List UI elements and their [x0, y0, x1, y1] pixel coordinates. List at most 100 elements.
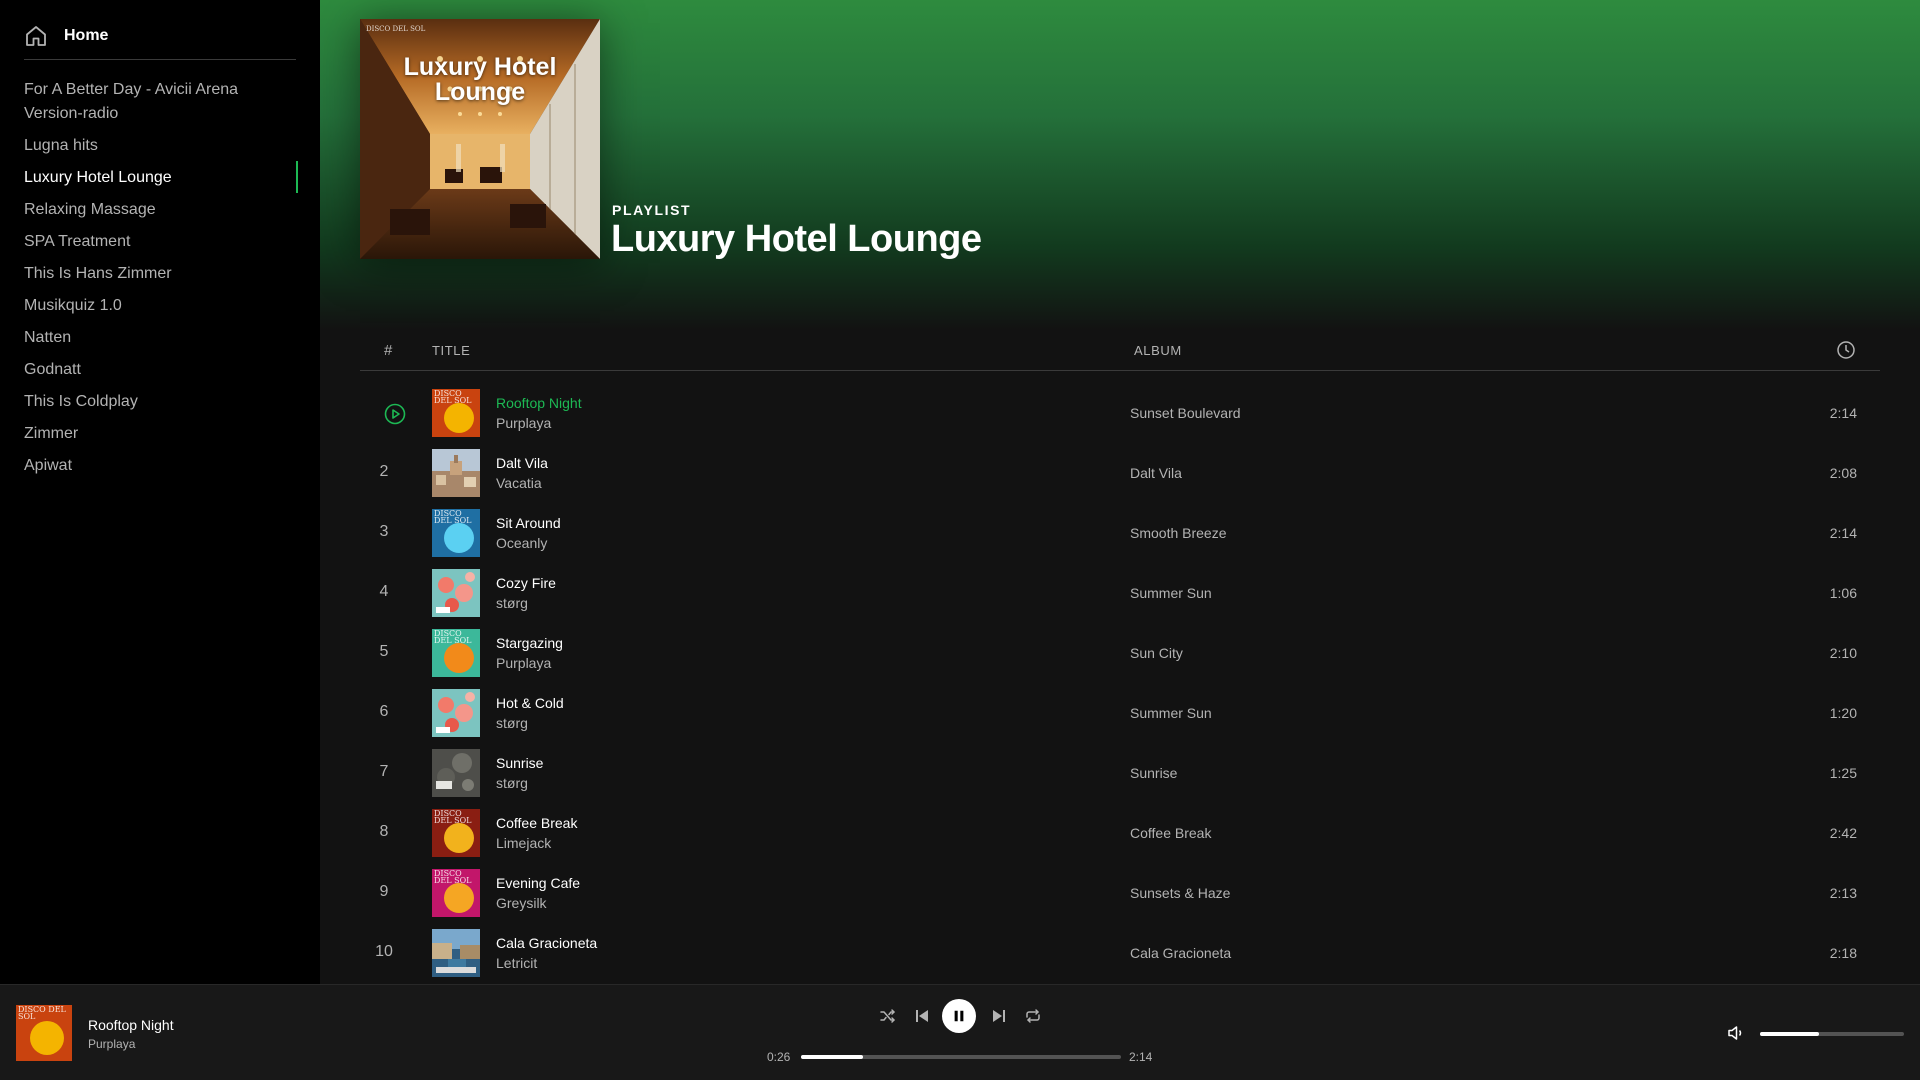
shuffle-button[interactable] [871, 999, 905, 1033]
column-album: ALBUM [1134, 343, 1182, 358]
sidebar-playlist-item[interactable]: Apiwat [24, 454, 296, 478]
home-icon [26, 25, 46, 46]
sidebar-playlist-item[interactable]: Lugna hits [24, 134, 296, 158]
track-album[interactable]: Smooth Breeze [1130, 525, 1227, 541]
volume-icon[interactable] [1726, 1023, 1746, 1043]
track-row[interactable]: 7 Sunrise størg Sunrise 1:25 [360, 743, 1880, 803]
track-cover: DISCO DEL SOL [432, 869, 480, 917]
track-artist[interactable]: Purplaya [496, 655, 551, 671]
track-title[interactable]: Sit Around [496, 515, 561, 531]
track-cover [432, 689, 480, 737]
repeat-button[interactable] [1016, 999, 1050, 1033]
track-album[interactable]: Sunsets & Haze [1130, 885, 1230, 901]
sidebar-playlist-item[interactable]: Zimmer [24, 422, 296, 446]
track-title[interactable]: Cala Gracioneta [496, 935, 597, 951]
sidebar-playlist-item[interactable]: Natten [24, 326, 296, 350]
track-album[interactable]: Cala Gracioneta [1130, 945, 1231, 961]
track-cover-photo [432, 749, 480, 797]
track-title[interactable]: Hot & Cold [496, 695, 564, 711]
cover-brand-mark: DISCO DEL SOL [366, 25, 426, 33]
track-artist[interactable]: Vacatia [496, 475, 542, 491]
sidebar-playlist-item[interactable]: Luxury Hotel Lounge [24, 161, 298, 193]
shuffle-icon [880, 1009, 895, 1023]
previous-button[interactable] [905, 999, 939, 1033]
total-time: 2:14 [1129, 1050, 1153, 1064]
track-row[interactable]: 5 DISCO DEL SOL Stargazing Purplaya Sun City… [360, 623, 1880, 683]
track-row[interactable]: 2 Dalt Vila Vacatia Dalt Vila 2:08 [360, 443, 1880, 503]
track-album[interactable]: Summer Sun [1130, 585, 1212, 601]
track-row[interactable]: 10 Cala Gracioneta Letricit Cala Gracioneta… [360, 923, 1880, 983]
home-link[interactable]: Home [24, 22, 296, 60]
volume-slider[interactable] [1760, 1032, 1904, 1036]
progress-bar-fill [801, 1055, 864, 1059]
track-artist[interactable]: Purplaya [496, 415, 551, 431]
cover-brand-mark: DISCO DEL SOL [434, 629, 472, 645]
track-title[interactable]: Dalt Vila [496, 455, 548, 471]
sidebar-playlist-item[interactable]: Relaxing Massage [24, 198, 296, 222]
now-playing-artist[interactable]: Purplaya [88, 1037, 135, 1051]
sun-disc [444, 823, 474, 853]
track-title[interactable]: Sunrise [496, 755, 543, 771]
progress-bar[interactable] [801, 1055, 1121, 1059]
track-artist[interactable]: Limejack [496, 835, 551, 851]
page-title: Luxury Hotel Lounge [611, 218, 982, 260]
track-title[interactable]: Rooftop Night [496, 395, 582, 411]
track-cover-art: DISCO DEL SOL [432, 869, 480, 917]
track-duration: 2:18 [1829, 945, 1857, 961]
track-cover [432, 929, 480, 977]
track-duration: 2:13 [1829, 885, 1857, 901]
sun-disc [444, 643, 474, 673]
sun-disc [444, 523, 474, 553]
track-artist[interactable]: Oceanly [496, 535, 547, 551]
track-row[interactable]: 9 DISCO DEL SOL Evening Cafe Greysilk Sunset… [360, 863, 1880, 923]
track-cover [432, 749, 480, 797]
track-row[interactable]: 4 Cozy Fire størg Summer Sun 1:06 [360, 563, 1880, 623]
sidebar-playlist-item[interactable]: For A Better Day - Avicii Arena Version-… [24, 78, 296, 126]
pause-button[interactable] [942, 999, 976, 1033]
track-title[interactable]: Coffee Break [496, 815, 577, 831]
clock-icon [1837, 341, 1855, 359]
main-content: DISCO DEL SOL Luxury Hotel Lounge PLAYLI… [320, 0, 1920, 984]
sidebar-playlist-item[interactable]: This Is Coldplay [24, 390, 296, 414]
track-title[interactable]: Cozy Fire [496, 575, 556, 591]
sidebar-playlist-item[interactable]: Musikquiz 1.0 [24, 294, 296, 318]
next-button[interactable] [982, 999, 1016, 1033]
now-playing-title[interactable]: Rooftop Night [88, 1017, 174, 1033]
track-title[interactable]: Stargazing [496, 635, 563, 651]
track-artist[interactable]: størg [496, 715, 528, 731]
elapsed-time: 0:26 [767, 1050, 791, 1064]
track-number: 5 [379, 643, 389, 660]
sidebar: Home For A Better Day - Avicii Arena Ver… [0, 0, 320, 984]
track-cover: DISCO DEL SOL [432, 389, 480, 437]
cover-title-text: Luxury Hotel Lounge [403, 53, 557, 106]
track-row[interactable]: DISCO DEL SOL Rooftop Night Purplaya Sunset… [360, 383, 1880, 443]
track-artist[interactable]: Letricit [496, 955, 537, 971]
track-row[interactable]: 8 DISCO DEL SOL Coffee Break Limejack Coffee… [360, 803, 1880, 863]
track-album[interactable]: Coffee Break [1130, 825, 1211, 841]
play-circle-icon[interactable] [384, 403, 406, 425]
track-number: 10 [375, 943, 393, 960]
playlist-type-label: PLAYLIST [612, 202, 692, 218]
track-artist[interactable]: størg [496, 595, 528, 611]
sidebar-playlist-item[interactable]: SPA Treatment [24, 230, 296, 254]
track-album[interactable]: Sun City [1130, 645, 1183, 661]
track-album[interactable]: Sunrise [1130, 765, 1177, 781]
now-playing-cover[interactable]: DISCO DEL SOL [16, 1005, 72, 1061]
track-artist[interactable]: Greysilk [496, 895, 547, 911]
track-cover-art: DISCO DEL SOL [432, 629, 480, 677]
track-row[interactable]: 6 Hot & Cold størg Summer Sun 1:20 [360, 683, 1880, 743]
track-row[interactable]: 3 DISCO DEL SOL Sit Around Oceanly Smooth Br… [360, 503, 1880, 563]
track-album[interactable]: Summer Sun [1130, 705, 1212, 721]
track-cover-art: DISCO DEL SOL [432, 509, 480, 557]
track-album[interactable]: Sunset Boulevard [1130, 405, 1241, 421]
sidebar-playlist-item[interactable]: Godnatt [24, 358, 296, 382]
track-title[interactable]: Evening Cafe [496, 875, 580, 891]
track-duration: 2:14 [1829, 405, 1857, 421]
track-cover-photo [432, 929, 480, 977]
track-album[interactable]: Dalt Vila [1130, 465, 1182, 481]
sun-disc [444, 403, 474, 433]
sidebar-playlist-item[interactable]: This Is Hans Zimmer [24, 262, 296, 286]
sun-disc [30, 1021, 64, 1055]
track-number: 4 [379, 583, 389, 600]
track-artist[interactable]: størg [496, 775, 528, 791]
